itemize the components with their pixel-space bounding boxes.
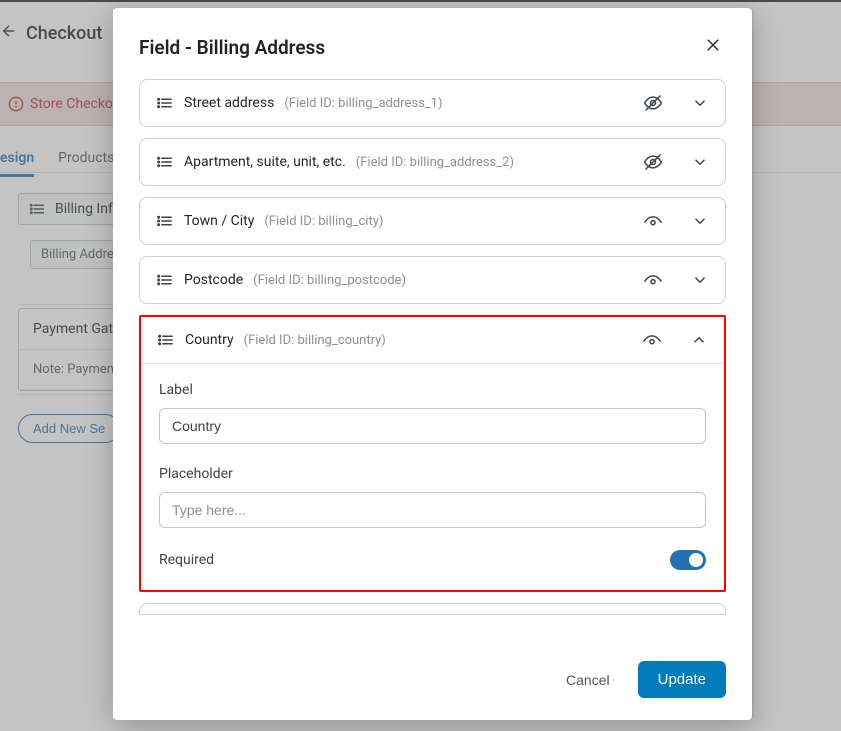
placeholder-input[interactable]	[159, 492, 706, 528]
field-id: (Field ID: billing_address_1)	[284, 96, 442, 111]
field-id: (Field ID: billing_country)	[244, 333, 386, 348]
chevron-up-icon[interactable]	[690, 331, 708, 349]
modal-body: Street address (Field ID: billing_addres…	[113, 75, 752, 643]
modal-footer: Cancel Update	[113, 643, 752, 720]
update-button[interactable]: Update	[638, 661, 726, 698]
chevron-down-icon[interactable]	[691, 212, 709, 230]
close-icon[interactable]	[700, 32, 726, 63]
field-label: Country	[185, 332, 234, 348]
drag-handle-icon[interactable]	[157, 331, 175, 349]
field-label: Apartment, suite, unit, etc.	[184, 154, 346, 170]
chevron-down-icon[interactable]	[691, 153, 709, 171]
field-row-street-address[interactable]: Street address (Field ID: billing_addres…	[139, 79, 726, 127]
field-row-postcode[interactable]: Postcode (Field ID: billing_postcode)	[139, 256, 726, 304]
field-body-country: Label Placeholder Required	[141, 364, 724, 590]
drag-handle-icon[interactable]	[156, 212, 174, 230]
drag-handle-icon[interactable]	[156, 153, 174, 171]
modal: Field - Billing Address Street address (…	[113, 8, 752, 720]
field-label: Street address	[184, 95, 274, 111]
modal-header: Field - Billing Address	[113, 8, 752, 75]
field-id: (Field ID: billing_postcode)	[253, 273, 406, 288]
drag-handle-icon[interactable]	[156, 271, 174, 289]
chevron-down-icon[interactable]	[691, 94, 709, 112]
cancel-button[interactable]: Cancel	[566, 672, 610, 688]
field-label: Postcode	[184, 272, 243, 288]
label-field-label: Label	[159, 382, 706, 398]
eye-icon[interactable]	[643, 211, 663, 231]
field-row-apartment[interactable]: Apartment, suite, unit, etc. (Field ID: …	[139, 138, 726, 186]
field-row-town-city[interactable]: Town / City (Field ID: billing_city)	[139, 197, 726, 245]
field-row-country: Country (Field ID: billing_country) Labe…	[139, 315, 726, 592]
placeholder-field-label: Placeholder	[159, 466, 706, 482]
eye-off-icon[interactable]	[643, 152, 663, 172]
field-id: (Field ID: billing_address_2)	[356, 155, 514, 170]
field-id: (Field ID: billing_city)	[264, 214, 383, 229]
field-row-country-header[interactable]: Country (Field ID: billing_country)	[141, 317, 724, 364]
field-label: Town / City	[184, 213, 254, 229]
required-toggle[interactable]	[670, 550, 706, 570]
drag-handle-icon[interactable]	[156, 94, 174, 112]
label-input[interactable]	[159, 408, 706, 444]
eye-icon[interactable]	[642, 330, 662, 350]
eye-off-icon[interactable]	[643, 93, 663, 113]
modal-title: Field - Billing Address	[139, 36, 325, 59]
chevron-down-icon[interactable]	[691, 271, 709, 289]
eye-icon[interactable]	[643, 270, 663, 290]
field-row-next-partial[interactable]	[139, 603, 726, 615]
required-label: Required	[159, 552, 214, 568]
